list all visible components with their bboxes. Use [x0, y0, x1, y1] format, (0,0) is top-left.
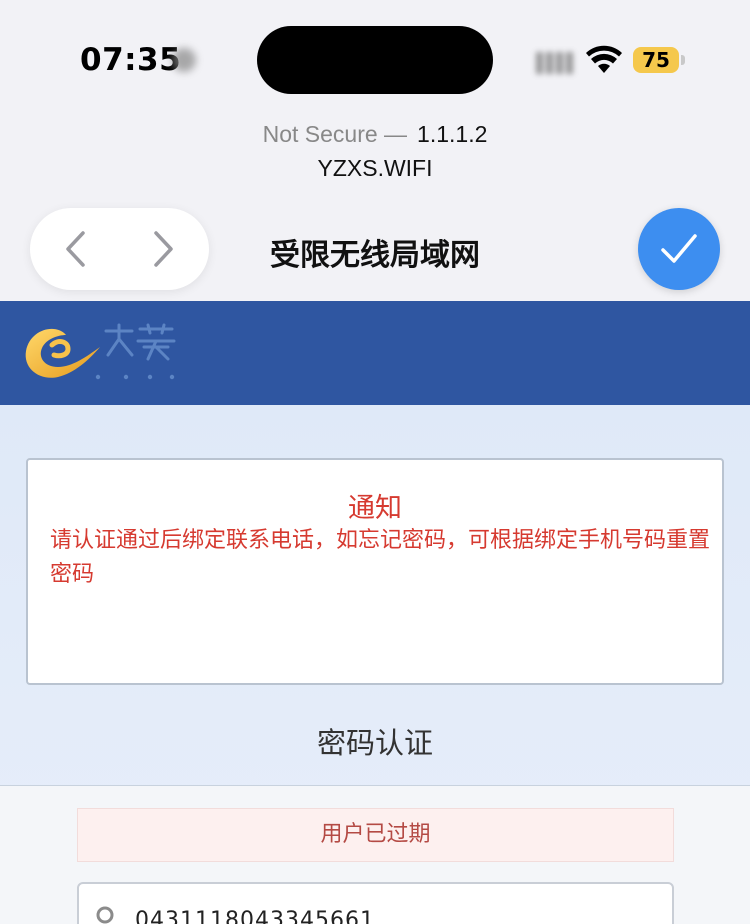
notice-body: 请认证通过后绑定联系电话，如忘记密码，可根据绑定手机号码重置密码 — [50, 528, 711, 587]
auth-section-title: 密码认证 — [316, 726, 433, 760]
portal-header — [0, 301, 750, 405]
wifi-icon — [586, 45, 622, 73]
battery-indicator: 75 — [633, 47, 679, 73]
security-label: Not Secure — — [262, 121, 408, 147]
auth-form: 用户已过期 0431118043345661 — [0, 786, 750, 924]
notice-title: 通知 — [348, 493, 402, 524]
host-label: 1.1.1.2 — [417, 121, 488, 147]
tianyi-logo — [25, 323, 176, 380]
battery-tip — [681, 55, 685, 65]
notice-box: 通知 请认证通过后绑定联系电话，如忘记密码，可根据绑定手机号码重置密码 — [26, 458, 724, 685]
ssid-label: YZXS.WIFI — [317, 155, 433, 181]
status-bar: 07:35 75 — [0, 0, 750, 110]
portal-content: 通知 请认证通过后绑定联系电话，如忘记密码，可根据绑定手机号码重置密码 密码认证… — [0, 405, 750, 924]
address-bar: Not Secure — 1.1.1.2 YZXS.WIFI — [0, 118, 750, 184]
dynamic-island — [257, 26, 493, 94]
notification-bell-icon — [172, 48, 196, 72]
phone-field[interactable]: 0431118043345661 — [77, 882, 674, 924]
user-icon — [96, 906, 114, 924]
clock: 07:35 — [80, 42, 182, 78]
done-button[interactable] — [638, 208, 720, 290]
status-message: 用户已过期 — [77, 808, 674, 862]
cellular-signal-icon — [536, 52, 576, 74]
checkmark-icon — [661, 234, 697, 263]
phone-input[interactable]: 0431118043345661 — [135, 908, 375, 924]
